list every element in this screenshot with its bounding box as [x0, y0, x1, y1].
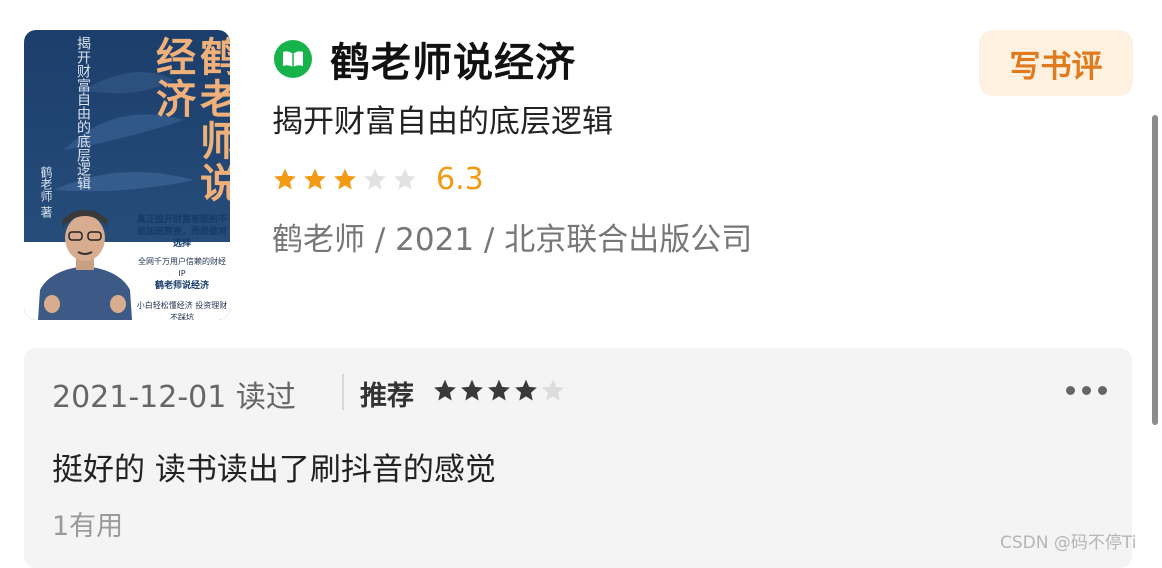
book-rating: 6.3	[272, 162, 484, 197]
rating-score: 6.3	[436, 162, 484, 197]
review-stars	[432, 378, 567, 404]
cover-blurb-brand: 鹤老师说经济	[154, 281, 209, 291]
more-dots-icon[interactable]	[1066, 386, 1114, 395]
cover-title: 鹤老师说经济	[149, 36, 230, 204]
star-icon	[274, 168, 296, 190]
star-icon	[334, 168, 356, 190]
star-icon	[364, 168, 386, 190]
star-icon	[394, 168, 416, 190]
scrollbar[interactable]	[1152, 115, 1158, 425]
book-cover[interactable]: 揭开财富自由的底层逻辑 鹤老师说经济 鹤老师 著 真正拉开财富差距的不是加班熬夜…	[24, 30, 230, 320]
review-card[interactable]: 2021-12-01 读过 推荐 挺好的 读书读出了刷抖音的感觉 1有用	[24, 348, 1132, 568]
write-review-button[interactable]: 写书评	[979, 30, 1133, 96]
cover-blurb-line: 全网千万用户信赖的财经IP	[138, 257, 226, 278]
star-icon	[542, 379, 564, 401]
review-date-read: 2021-12-01 读过	[52, 380, 296, 415]
author-photo	[38, 210, 132, 320]
star-icon	[434, 379, 456, 401]
star-icon	[461, 379, 483, 401]
book-title: 鹤老师说经济	[330, 40, 576, 86]
review-text: 挺好的 读书读出了刷抖音的感觉	[52, 452, 496, 488]
star-icon	[488, 379, 510, 401]
review-recommend-label: 推荐	[360, 381, 414, 412]
review-divider	[342, 374, 344, 410]
cover-blurb: 真正拉开财富差距的不是加班熬夜，而是做对选择 全网千万用户信赖的财经IP 鹤老师…	[136, 214, 228, 320]
book-subtitle: 揭开财富自由的底层逻辑	[272, 104, 613, 140]
open-book-icon	[274, 40, 312, 78]
cover-blurb-footer: 小白轻松懂经济 投资理财不踩坑	[136, 301, 228, 320]
star-icon	[304, 168, 326, 190]
book-meta[interactable]: 鹤老师 / 2021 / 北京联合出版公司	[272, 214, 752, 259]
star-icon	[515, 379, 537, 401]
rating-stars	[272, 167, 422, 193]
helpful-count[interactable]: 1有用	[52, 504, 123, 543]
watermark: CSDN @码不停Ti	[1000, 533, 1137, 553]
book-title-row: 鹤老师说经济	[274, 34, 576, 86]
cover-blurb-headline: 真正拉开财富差距的不是加班熬夜，而是做对选择	[136, 215, 227, 249]
